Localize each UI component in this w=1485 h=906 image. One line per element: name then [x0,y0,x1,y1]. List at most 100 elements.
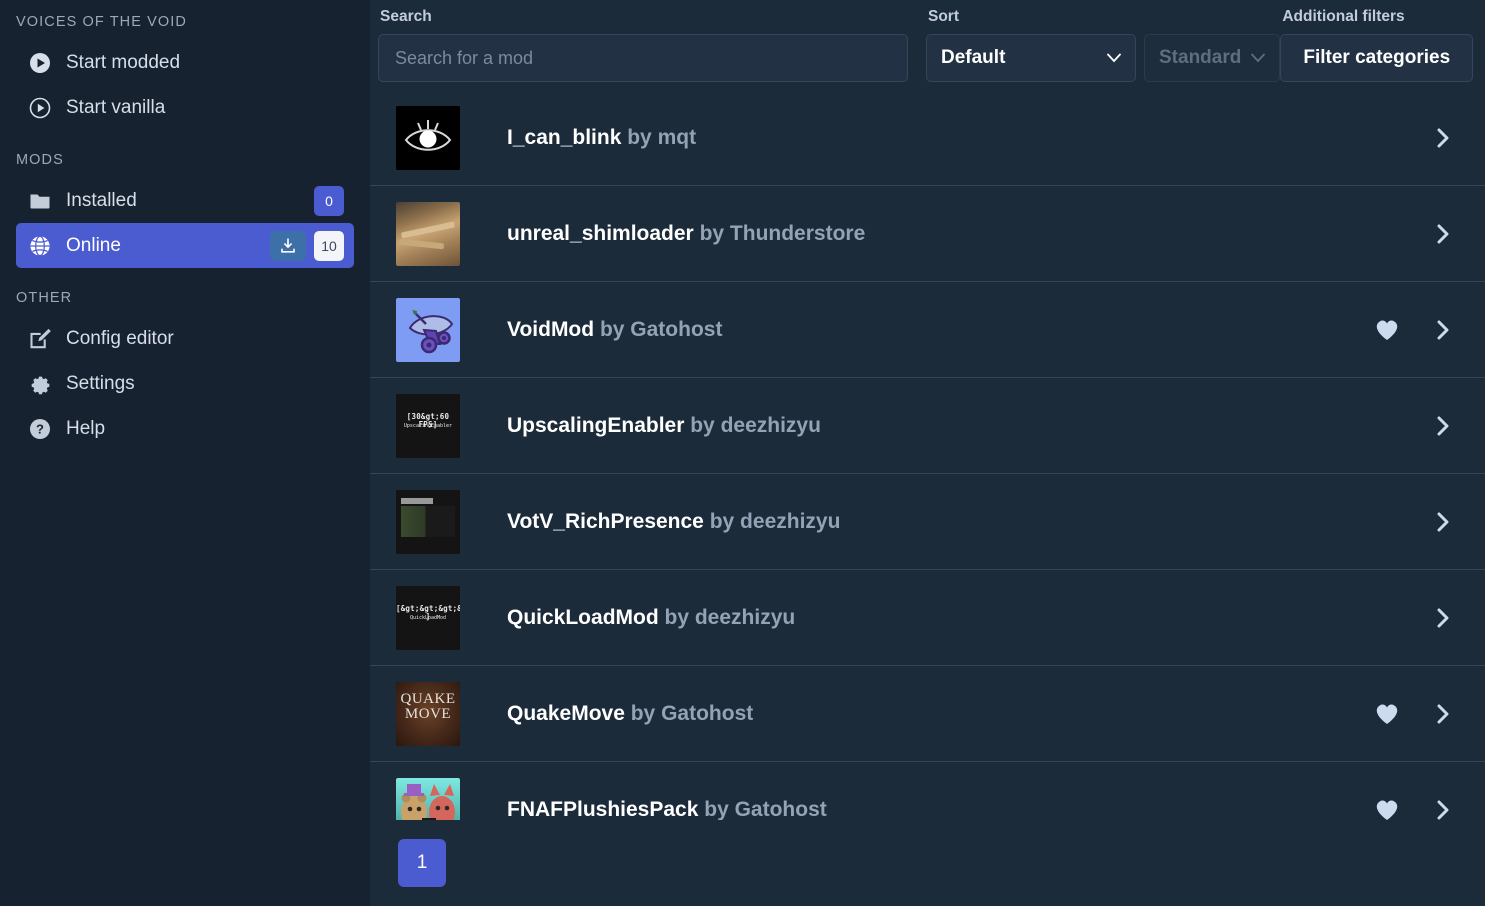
mod-name: QuickLoadMod [507,605,659,629]
mod-author: by Thunderstore [699,221,866,245]
mod-row-actions [1359,224,1471,244]
mod-list-item[interactable]: [&gt;&gt;&gt;&gt; ] QuickLoadMod QuickLo… [370,570,1485,666]
main-panel: Search Sort Default Standard [370,0,1485,906]
mod-title: QuakeMove by Gatohost [507,702,753,726]
mod-row-actions [1359,128,1471,148]
edit-square-icon [26,325,54,353]
sidebar-item-installed[interactable]: Installed 0 [16,178,354,223]
chevron-right-icon[interactable] [1415,128,1471,148]
download-all-button[interactable] [270,230,306,261]
mod-name: UpscalingEnabler [507,413,685,437]
mod-title: QuickLoadMod by deezhizyu [507,606,795,630]
sidebar-item-start-modded[interactable]: Start modded [16,40,354,85]
play-outline-icon [26,94,54,122]
chevron-right-icon[interactable] [1415,800,1471,820]
chevron-right-icon[interactable] [1415,320,1471,340]
sidebar-item-label: Start modded [66,51,181,73]
mod-author: by mqt [627,125,697,149]
thumb-text-line2: MOVE [404,705,452,722]
mod-list-item[interactable]: FNAFPlushiesPack by Gatohost [370,762,1485,820]
mod-name: I_can_blink [507,125,622,149]
mod-title: I_can_blink by mqt [507,126,696,150]
mod-thumbnail [396,105,460,170]
mod-list-item[interactable]: I_can_blink by mqt [370,90,1485,186]
mod-thumbnail [396,777,460,820]
filter-categories-button[interactable]: Filter categories [1280,34,1474,82]
sort-group: Sort Default [926,8,1136,82]
sidebar-item-settings[interactable]: Settings [16,361,354,406]
page-button-1[interactable]: 1 [398,839,446,887]
mod-title: unreal_shimloader by Thunderstore [507,222,865,246]
mod-title: VotV_RichPresence by deezhizyu [507,510,840,534]
sidebar: VOICES OF THE VOID Start modded Start va… [0,0,370,906]
mod-name: VotV_RichPresence [507,509,704,533]
sort-direction-select: Standard [1144,34,1281,82]
sidebar-item-label: Installed [66,189,137,211]
mod-author: by Gatohost [630,701,754,725]
sidebar-item-config-editor[interactable]: Config editor [16,316,354,361]
mod-thumbnail [396,297,460,362]
mod-list-item[interactable]: QUAKE MOVE QuakeMove by Gatohost [370,666,1485,762]
mod-thumbnail [396,201,460,266]
search-group: Search [378,8,908,82]
mod-row-actions [1359,798,1471,821]
sidebar-item-start-vanilla[interactable]: Start vanilla [16,85,354,130]
mod-title: UpscalingEnabler by deezhizyu [507,414,821,438]
favorite-heart-icon[interactable] [1359,798,1415,821]
mod-list-item[interactable]: unreal_shimloader by Thunderstore [370,186,1485,282]
app-window: VOICES OF THE VOID Start modded Start va… [0,0,1485,906]
installed-count-badge: 0 [314,185,344,216]
globe-icon [26,232,54,260]
sidebar-item-label: Start vanilla [66,96,166,118]
mod-author: by deezhizyu [664,605,796,629]
mod-list-item[interactable]: [30&gt;60 FPS] UpscalingEnabler Upscalin… [370,378,1485,474]
sidebar-item-label: Config editor [66,327,174,349]
mod-name: QuakeMove [507,701,625,725]
mod-name: FNAFPlushiesPack [507,797,699,821]
chevron-down-icon [1107,50,1121,67]
sidebar-section-other: OTHER [16,290,73,306]
additional-filters-group: Additional filters Filter categories [1280,8,1474,82]
svg-text:?: ? [36,421,44,436]
mod-thumbnail: [&gt;&gt;&gt;&gt; ] QuickLoadMod [396,585,460,650]
mod-list: I_can_blink by mqt unreal_shimloader by … [370,90,1485,820]
chevron-right-icon[interactable] [1415,512,1471,532]
app-title: VOICES OF THE VOID [16,14,188,30]
sort-direction-label [1144,8,1280,26]
mod-author: by deezhizyu [709,509,841,533]
thumb-text-line2: UpscalingEnabler [403,422,453,429]
mod-author: by deezhizyu [690,413,821,437]
sidebar-section-mods: MODS [16,152,64,168]
mod-title: VoidMod by Gatohost [507,318,722,342]
sidebar-item-online[interactable]: Online 10 [16,223,354,268]
toolbar: Search Sort Default Standard [370,0,1485,82]
favorite-heart-icon[interactable] [1359,702,1415,726]
sidebar-item-label: Help [66,417,106,439]
mod-row-actions [1359,702,1471,726]
sort-direction-group: Standard [1144,8,1281,82]
sidebar-item-label: Online [66,234,121,256]
mod-list-item[interactable]: VotV_RichPresence by deezhizyu [370,474,1485,570]
sort-label: Sort [928,8,959,25]
chevron-right-icon[interactable] [1415,608,1471,628]
sort-select-value: Default [941,47,1006,68]
mod-author: by Gatohost [704,797,827,821]
mod-thumbnail: [30&gt;60 FPS] UpscalingEnabler [396,393,460,458]
chevron-right-icon[interactable] [1415,704,1471,724]
sidebar-item-label: Settings [66,372,135,394]
mod-title: FNAFPlushiesPack by Gatohost [507,798,827,821]
chevron-right-icon[interactable] [1415,224,1471,244]
online-count-badge: 10 [314,230,344,261]
pagination: 1 [370,820,1485,906]
folder-icon [26,187,54,215]
mod-author: by Gatohost [599,317,723,341]
chevron-right-icon[interactable] [1415,416,1471,436]
search-input[interactable] [378,34,908,82]
sidebar-item-help[interactable]: ? Help [16,406,354,451]
sort-select[interactable]: Default [926,34,1136,82]
mod-name: VoidMod [507,317,595,341]
mod-row-actions [1359,416,1471,436]
favorite-heart-icon[interactable] [1359,318,1415,342]
mod-row-actions [1359,512,1471,532]
mod-list-item[interactable]: VoidMod by Gatohost [370,282,1485,378]
